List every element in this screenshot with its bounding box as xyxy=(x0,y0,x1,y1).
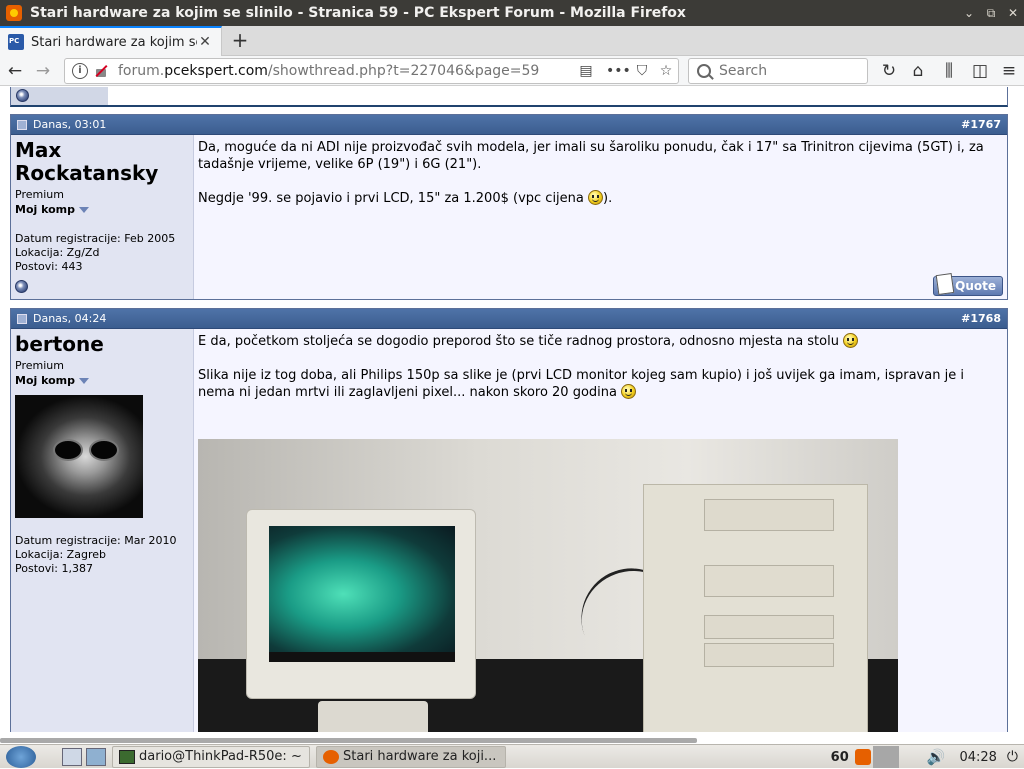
menu-button[interactable]: ≡ xyxy=(997,59,1021,83)
start-menu-icon[interactable] xyxy=(6,745,36,768)
firefox-tray-icon[interactable] xyxy=(854,749,871,765)
user-registration-date: Datum registracije: Feb 2005 xyxy=(15,232,176,245)
post-header: Danas, 03:01 #1767 xyxy=(11,115,1007,135)
user-status-icon[interactable] xyxy=(15,280,28,293)
user-location: Lokacija: Zg/Zd xyxy=(15,246,100,259)
tray-placeholder xyxy=(872,746,899,768)
moj-komp-dropdown[interactable]: Moj komp xyxy=(15,203,189,216)
post-image[interactable] xyxy=(198,439,898,732)
post-number-link[interactable]: #1768 xyxy=(961,312,1001,325)
forum-post: Danas, 03:01 #1767 Max Rockatansky Premi… xyxy=(10,114,1008,300)
home-button[interactable]: ⌂ xyxy=(906,59,930,83)
post-message: E da, početkom stoljeća se dogodio prepo… xyxy=(194,329,1007,732)
forum-post: Danas, 04:24 #1768 bertone Premium Moj k… xyxy=(10,308,1008,732)
tab-close-icon[interactable]: ✕ xyxy=(197,34,213,50)
post-paragraph: E da, početkom stoljeća se dogodio prepo… xyxy=(198,334,844,349)
post-icon xyxy=(17,313,27,324)
minimize-button[interactable]: ⌄ xyxy=(958,6,980,20)
taskbar-terminal-task[interactable]: dario@ThinkPad-R50e: ~ xyxy=(112,745,310,768)
navigation-toolbar: ← → i forum.pcekspert.com/showthread.php… xyxy=(0,56,1024,86)
close-window-button[interactable]: ✕ xyxy=(1002,6,1024,20)
user-status-icon[interactable] xyxy=(16,89,29,102)
pcekspert-favicon-icon xyxy=(8,34,24,50)
tray-indicator[interactable]: 60 xyxy=(831,750,849,765)
user-sidebar: bertone Premium Moj komp Datum registrac… xyxy=(11,329,194,732)
horizontal-scrollbar[interactable] xyxy=(0,738,697,743)
file-manager-icon[interactable] xyxy=(62,747,82,766)
smiley-icon xyxy=(588,190,603,205)
search-input[interactable] xyxy=(719,63,859,79)
post-date: Danas, 03:01 xyxy=(33,118,107,131)
page-actions-icon[interactable]: ••• xyxy=(606,63,631,79)
lcd-monitor-image xyxy=(246,509,476,699)
user-post-count: Postovi: 443 xyxy=(15,260,83,273)
pc-tower-image xyxy=(643,484,868,732)
user-location: Lokacija: Zagreb xyxy=(15,548,106,561)
previous-post-footer xyxy=(10,87,1008,107)
url-text[interactable]: forum.pcekspert.com/showthread.php?t=227… xyxy=(118,63,574,79)
post-message: Da, moguće da ni ADI nije proizvođač svi… xyxy=(194,135,1007,299)
window-titlebar: Stari hardware za kojim se slinilo - Str… xyxy=(0,0,1024,26)
taskbar-firefox-task[interactable]: Stari hardware za koji... xyxy=(316,745,506,768)
tab-title: Stari hardware za kojim se slinilo xyxy=(31,34,197,50)
user-sidebar: Max Rockatansky Premium Moj komp Datum r… xyxy=(11,135,194,299)
tab-strip: Stari hardware za kojim se slinilo ✕ + xyxy=(0,26,1024,56)
user-avatar[interactable] xyxy=(15,395,143,518)
site-info-icon[interactable]: i xyxy=(72,63,88,79)
back-button[interactable]: ← xyxy=(3,59,27,83)
username-link[interactable]: Max Rockatansky xyxy=(15,139,189,185)
maximize-button[interactable]: ⧉ xyxy=(980,6,1002,21)
user-rank: Premium xyxy=(15,188,64,201)
search-icon xyxy=(697,64,711,78)
volume-icon[interactable]: 🔊 xyxy=(927,748,946,766)
insecure-lock-icon[interactable] xyxy=(94,64,108,78)
firefox-icon xyxy=(6,5,22,21)
firefox-icon xyxy=(323,749,339,764)
clock[interactable]: 04:28 xyxy=(959,750,996,765)
pocket-icon[interactable]: ⛉ xyxy=(630,63,654,79)
forward-button[interactable]: → xyxy=(31,59,55,83)
post-paragraph: Slika nije iz tog doba, ali Philips 150p… xyxy=(198,368,964,400)
page-content: Danas, 03:01 #1767 Max Rockatansky Premi… xyxy=(0,87,1024,732)
bookmark-star-icon[interactable]: ☆ xyxy=(654,63,678,79)
post-icon xyxy=(17,119,27,130)
chevron-down-icon xyxy=(79,207,90,213)
sidebar-button[interactable]: ◫ xyxy=(968,59,992,83)
desktop-switcher-icon[interactable] xyxy=(86,747,106,766)
quote-icon xyxy=(935,272,955,296)
post-paragraph: Negdje '99. se pojavio i prvi LCD, 15" z… xyxy=(198,191,588,206)
window-title: Stari hardware za kojim se slinilo - Str… xyxy=(30,5,686,21)
moj-komp-dropdown[interactable]: Moj komp xyxy=(15,374,189,387)
post-header: Danas, 04:24 #1768 xyxy=(11,309,1007,329)
system-taskbar: dario@ThinkPad-R50e: ~ Stari hardware za… xyxy=(0,744,1024,768)
post-date: Danas, 04:24 xyxy=(33,312,107,325)
library-button[interactable]: ⫼ xyxy=(937,59,961,83)
power-icon[interactable]: ⏻ xyxy=(1007,749,1018,765)
url-bar[interactable]: i forum.pcekspert.com/showthread.php?t=2… xyxy=(64,58,679,84)
username-link[interactable]: bertone xyxy=(15,333,189,356)
new-tab-button[interactable]: + xyxy=(228,28,252,54)
user-registration-date: Datum registracije: Mar 2010 xyxy=(15,534,177,547)
smiley-icon xyxy=(621,384,637,399)
user-post-count: Postovi: 1,387 xyxy=(15,562,94,575)
user-rank: Premium xyxy=(15,359,64,372)
post-paragraph: Da, moguće da ni ADI nije proizvođač svi… xyxy=(198,140,984,172)
smiley-icon xyxy=(843,333,859,348)
post-number-link[interactable]: #1767 xyxy=(961,118,1001,131)
reader-view-icon[interactable]: ▤ xyxy=(574,63,598,79)
quote-button[interactable]: Quote xyxy=(933,272,1003,296)
terminal-icon xyxy=(119,749,135,764)
reload-button[interactable]: ↻ xyxy=(877,59,901,83)
search-bar[interactable] xyxy=(688,58,868,84)
chevron-down-icon xyxy=(79,378,90,384)
tab-forum-thread[interactable]: Stari hardware za kojim se slinilo ✕ xyxy=(0,26,222,56)
